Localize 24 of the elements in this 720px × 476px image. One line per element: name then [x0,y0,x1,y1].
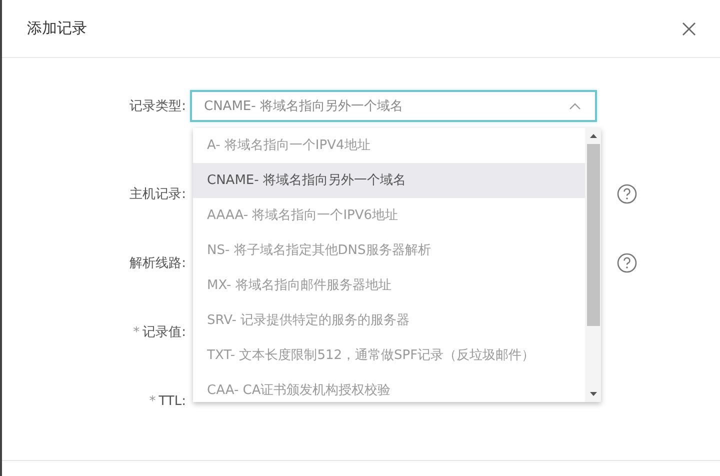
caret-icon [569,102,581,110]
scroll-down-icon[interactable] [590,392,596,396]
close-icon[interactable] [682,22,696,36]
help-icon[interactable] [617,253,637,273]
dropdown-option[interactable]: SRV- 记录提供特定的服务的服务器 [193,303,585,338]
dropdown-option[interactable]: MX- 将域名指向邮件服务器地址 [193,268,585,303]
scroll-up-icon[interactable] [590,134,596,138]
field-label: 记录值: [142,325,186,340]
dropdown-option[interactable]: A- 将域名指向一个IPV4地址 [193,128,585,163]
dropdown-option[interactable]: CNAME- 将域名指向另外一个域名 [193,163,585,198]
field-label: 主机记录: [130,187,186,202]
required-mark: * [149,394,156,408]
scrollbar[interactable] [585,128,601,402]
record-type-select[interactable]: CNAME- 将域名指向另外一个域名 [190,90,597,122]
dropdown-option[interactable]: TXT- 文本长度限制512，通常做SPF记录（反垃圾邮件） [193,338,585,373]
dropdown-option[interactable]: CAA- CA证书颁发机构授权校验 [193,373,585,408]
required-mark: * [133,325,140,340]
dialog-title: 添加记录 [27,19,87,38]
field-label: 记录类型: [130,99,186,114]
dropdown-option[interactable]: NS- 将子域名指定其他DNS服务器解析 [193,233,585,268]
dropdown-option[interactable]: AAAA- 将域名指向一个IPV6地址 [193,198,585,233]
field-label: TTL: [158,394,186,408]
field-label: 解析线路: [130,256,186,271]
help-icon[interactable] [617,184,637,204]
